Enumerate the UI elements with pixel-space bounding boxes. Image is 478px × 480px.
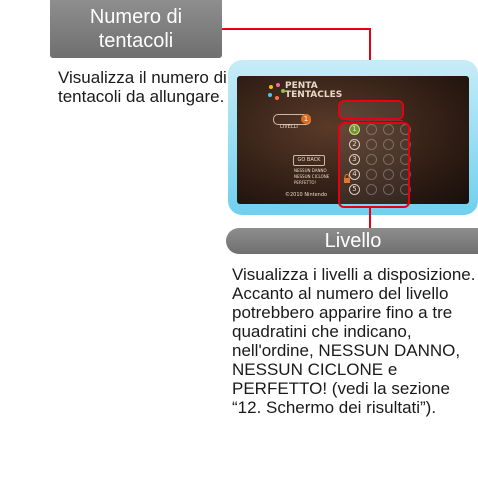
game-screen-frame: PENTA TENTACLES LIVELLI 1 1 2 3 4 5 GO B… — [228, 60, 478, 215]
tentacle-count-highlight — [338, 100, 404, 120]
go-back-label: GO BACK — [297, 157, 321, 163]
go-back-button[interactable]: GO BACK — [293, 155, 325, 166]
level-highlight — [338, 122, 410, 208]
levels-label: LIVELLI — [280, 124, 298, 130]
level-callout-title: Livello — [226, 228, 478, 254]
legend-perfect: PERFETTO! — [294, 180, 317, 185]
penta-tentacles-logo-icon — [268, 83, 285, 100]
tentacle-count-description: Visualizza il numero di tentacoli da all… — [58, 68, 227, 106]
tentacle-count-badge: 1 — [301, 114, 311, 124]
connector-line — [222, 28, 370, 30]
callout-title-line2: tentacoli — [98, 30, 174, 52]
copyright-text: ©2010 Nintendo — [285, 192, 328, 198]
logo-text-line2: TENTACLES — [285, 90, 343, 100]
callout-title-line1: Numero di — [89, 6, 183, 28]
connector-line — [369, 208, 371, 228]
tentacle-count-callout-title: Numero di tentacoli — [50, 0, 222, 58]
level-description: Visualizza i livelli a disposizione. Acc… — [232, 265, 476, 417]
